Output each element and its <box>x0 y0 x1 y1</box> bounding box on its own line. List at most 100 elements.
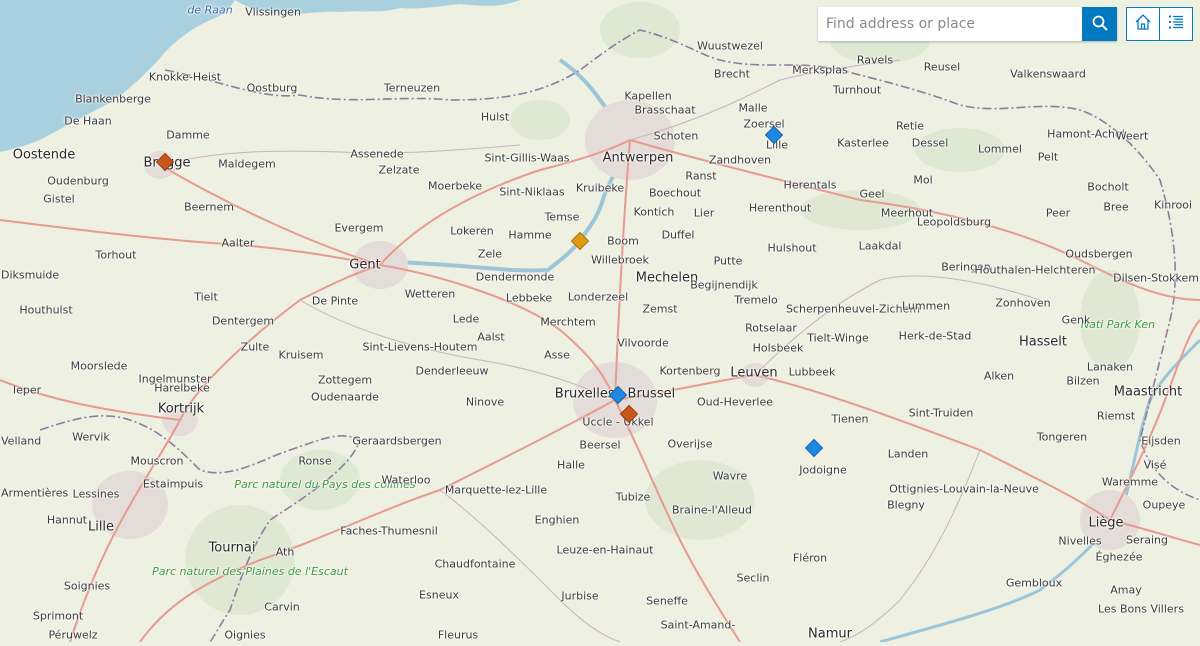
place-label: Oudsbergen <box>1065 247 1133 261</box>
place-label: Sint-Truiden <box>908 406 974 420</box>
place-label: Kruisem <box>278 348 324 362</box>
place-label: Geraardsbergen <box>352 434 442 448</box>
place-label: Gembloux <box>1005 576 1063 590</box>
place-label: Overijse <box>667 437 713 451</box>
place-label: Merchtem <box>540 315 596 329</box>
place-label: Evergem <box>334 221 384 235</box>
place-label: Blankenberge <box>75 92 151 106</box>
place-label: Aalst <box>477 330 505 344</box>
place-label: Maldegem <box>218 157 276 171</box>
place-label: Oud-Heverlee <box>696 395 774 409</box>
place-label: Houthalen-Helchteren <box>974 263 1096 277</box>
place-label: Tielt-Winge <box>807 331 869 345</box>
place-label: Oudenburg <box>47 174 109 188</box>
city-label-liege: Liège <box>1088 515 1124 531</box>
city-label-tournai: Tournai <box>208 540 256 556</box>
place-label: Les Bons Villers <box>1098 602 1184 616</box>
place-label: Carvin <box>264 600 300 614</box>
place-label: Mol <box>913 173 933 187</box>
home-button[interactable] <box>1127 8 1159 40</box>
place-label: Kasterlee <box>837 136 889 150</box>
place-label: Aalter <box>221 236 255 250</box>
place-label: Lede <box>452 312 480 326</box>
place-label: Hulst <box>480 110 510 124</box>
place-label: Lebbeke <box>505 291 553 305</box>
place-label: Zoersel <box>743 117 785 131</box>
place-label: Damme <box>166 128 210 142</box>
place-label: Ranst <box>685 169 717 183</box>
place-label: Kontich <box>633 205 675 219</box>
place-label: Velland <box>1 434 42 448</box>
place-label: Ninove <box>465 395 505 409</box>
place-label: Lummen <box>901 299 951 313</box>
water-label: de Raan <box>187 3 233 17</box>
place-label: Temse <box>544 210 580 224</box>
place-label: Sprimont <box>32 609 84 623</box>
map-view[interactable]: de Raan Parc naturel du Pays des colline… <box>0 0 1200 644</box>
place-label: Oignies <box>224 628 266 641</box>
park-label: Parc naturel des Plaines de l'Escaut <box>152 565 348 578</box>
city-label-hasselt: Hasselt <box>1019 334 1067 350</box>
city-label-maastricht: Maastricht <box>1113 384 1183 400</box>
place-label: Halle <box>557 458 585 472</box>
place-label: Fléron <box>792 551 828 565</box>
search-button[interactable] <box>1082 7 1117 41</box>
place-label: Wervik <box>72 430 110 444</box>
place-label: Faches-Thumesnil <box>340 524 438 538</box>
place-label: Nivelles <box>1058 534 1102 548</box>
place-label: Peer <box>1045 206 1071 220</box>
place-label: Assenede <box>350 147 404 161</box>
place-label: Lommel <box>978 142 1022 156</box>
place-label: Wetteren <box>404 287 456 301</box>
place-label: Sint-Niklaas <box>499 185 565 199</box>
place-label: Lokeren <box>450 224 494 238</box>
place-label: Knokke-Heist <box>148 70 222 84</box>
place-label: Zelzate <box>378 163 420 177</box>
place-label: Seneffe <box>646 594 688 608</box>
place-label: Seraing <box>1125 533 1169 547</box>
place-label: Chaudfontaine <box>434 557 516 571</box>
place-label: Zandhoven <box>708 153 772 167</box>
place-label: Kapellen <box>624 89 672 103</box>
place-label: Schoten <box>653 129 699 143</box>
place-label: Armentières <box>0 486 69 500</box>
place-label: Hulshout <box>767 241 817 255</box>
place-label: Riemst <box>1096 409 1136 423</box>
place-label: Holsbeek <box>752 341 804 355</box>
layer-list-button[interactable] <box>1159 8 1192 40</box>
place-label: Tielt <box>194 290 218 304</box>
place-label: Herk-de-Stad <box>898 329 972 343</box>
place-label: Jodoigne <box>799 463 847 477</box>
city-label-kortrijk: Kortrijk <box>157 401 205 417</box>
place-label: Landen <box>887 447 929 461</box>
place-label: Herenthout <box>748 201 812 215</box>
place-label: Seclin <box>736 571 770 585</box>
city-label-leuven: Leuven <box>730 365 778 381</box>
place-label: Tienen <box>831 412 869 426</box>
place-label: Dendermonde <box>475 270 555 284</box>
place-label: Moerbeke <box>427 179 483 193</box>
place-label: Lier <box>693 206 715 220</box>
place-label: Lanaken <box>1086 360 1134 374</box>
place-label: Terneuzen <box>383 81 441 95</box>
place-label: Denderleeuw <box>415 364 489 378</box>
search-widget <box>818 7 1117 41</box>
place-label: Ath <box>275 545 295 559</box>
park-label: Nati Park Ken <box>1080 318 1156 331</box>
place-label: Merksplas <box>792 63 848 77</box>
place-label: Beernem <box>184 200 234 214</box>
layer-list-icon <box>1166 12 1186 36</box>
place-label: Oostburg <box>246 81 298 95</box>
place-label: Kinrooi <box>1153 198 1193 212</box>
place-label: De Pinte <box>311 294 359 308</box>
place-label: Lubbeek <box>788 365 836 379</box>
place-label: Péruwelz <box>48 628 98 642</box>
place-label: Weert <box>1115 129 1149 143</box>
map-tools <box>1126 7 1193 41</box>
place-label: Harelbeke <box>154 381 210 395</box>
search-input[interactable] <box>818 7 1082 41</box>
place-label: Dentergem <box>211 314 275 328</box>
home-icon <box>1133 12 1153 36</box>
place-label: Kruibeke <box>575 181 625 195</box>
place-label: Duffel <box>661 228 695 242</box>
